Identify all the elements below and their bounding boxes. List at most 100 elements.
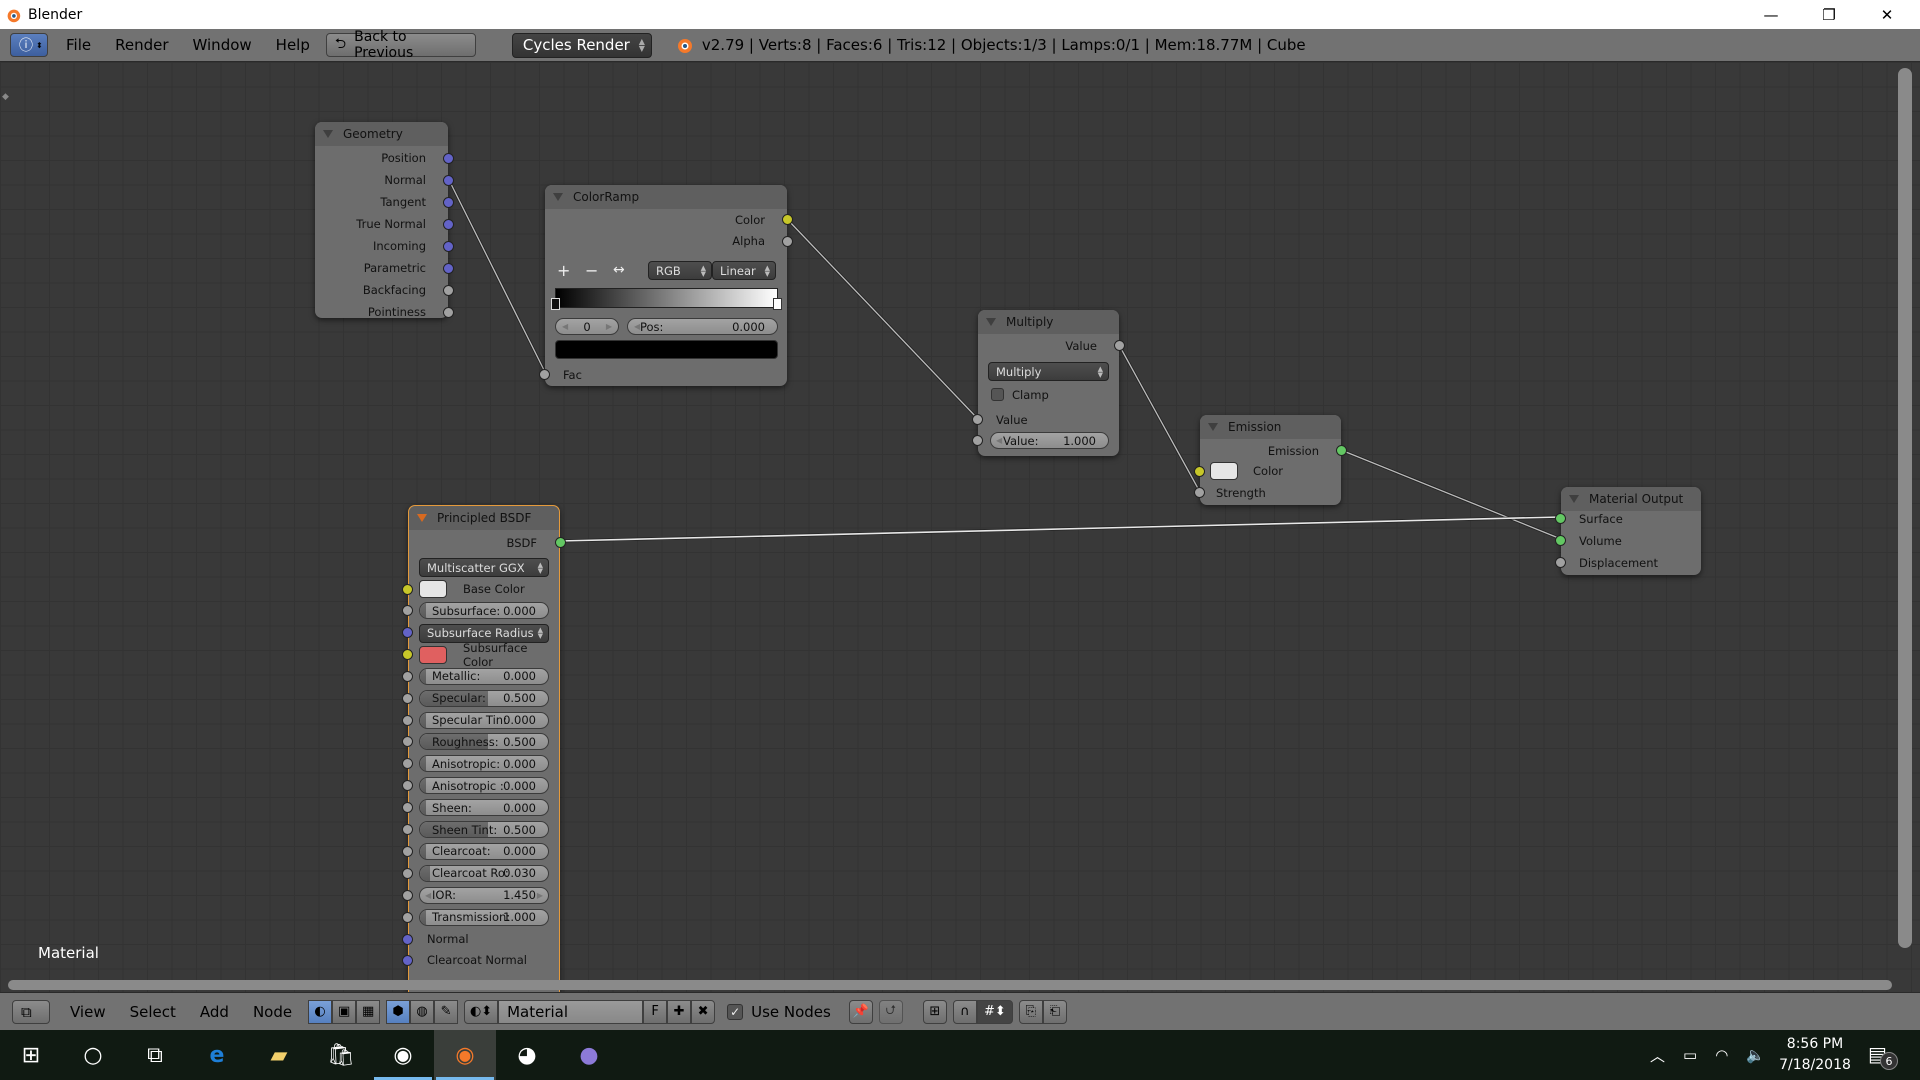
multiply-node[interactable]: Multiply Value Multiply ▲ ▼ Clamp Value ◀ V… <box>972 310 1125 456</box>
principled-field[interactable]: Anisotropic :0.000 <box>419 777 549 795</box>
node-editor[interactable]: ◆ Geometry Position Normal Tangent True … <box>0 62 1920 992</box>
action-center-button[interactable]: ▤ 6 <box>1868 1042 1898 1070</box>
colorramp-node[interactable]: ColorRamp Color Alpha + − ↔ RGB ▲ ▼ Linear… <box>539 185 793 386</box>
taskbar-file-explorer[interactable]: ▰ <box>248 1030 310 1080</box>
flip-ramp-button[interactable]: ↔ <box>613 260 625 280</box>
collapse-icon[interactable] <box>553 193 563 201</box>
socket-alpha[interactable] <box>782 236 793 247</box>
socket-bsdf[interactable] <box>555 537 566 548</box>
socket-input[interactable] <box>402 758 413 770</box>
socket-vector-input[interactable] <box>402 955 413 967</box>
socket-pointiness[interactable] <box>443 307 454 318</box>
node-header[interactable]: Material Output <box>1561 487 1701 511</box>
principled-field[interactable]: Subsurface: 0.000 <box>419 602 549 619</box>
collapse-icon[interactable] <box>1569 495 1579 503</box>
menu-select[interactable]: Select <box>118 1003 188 1021</box>
show-hidden-icons[interactable]: ︿ <box>1650 1045 1665 1066</box>
use-nodes-checkbox[interactable]: ✓ <box>727 1003 744 1020</box>
stop-position-field[interactable]: ◀ Pos: 0.000 <box>627 318 778 335</box>
socket-input[interactable] <box>402 714 413 726</box>
principled-field[interactable]: Sheen Tint: 0.500 <box>419 821 549 838</box>
socket-normal[interactable] <box>443 175 454 186</box>
wifi-icon[interactable]: ◠ <box>1715 1046 1728 1064</box>
material-browse-button[interactable]: ◐⬍ <box>464 999 499 1024</box>
backdrop-icon[interactable]: ⊞ <box>922 999 947 1024</box>
principled-field[interactable]: Sheen: 0.000 <box>419 799 549 817</box>
socket-true-normal[interactable] <box>443 219 454 230</box>
task-view-button[interactable]: ⧉ <box>124 1030 186 1080</box>
interpolation-select[interactable]: Linear ▲ ▼ <box>712 261 776 280</box>
taskbar-bittorrent[interactable]: ● <box>558 1030 620 1080</box>
socket-surface[interactable] <box>1555 513 1566 524</box>
principled-bsdf-node[interactable]: Principled BSDF BSDF Multiscatter GGX ▲ ▼ … <box>402 505 566 992</box>
menu-add[interactable]: Add <box>188 1003 241 1021</box>
node-header[interactable]: ColorRamp <box>545 185 787 209</box>
socket-color[interactable] <box>782 214 793 225</box>
principled-field[interactable]: Anisotropic: 0.000 <box>419 755 549 773</box>
collapse-icon[interactable] <box>323 130 333 138</box>
socket-emission[interactable] <box>1336 445 1347 456</box>
ramp-stop-black[interactable] <box>551 298 560 310</box>
emission-color-swatch[interactable] <box>1210 462 1238 480</box>
parent-tree-icon[interactable]: ⮍ <box>878 999 903 1024</box>
geometry-node[interactable]: Geometry Position Normal Tangent True No… <box>315 122 454 319</box>
socket-input[interactable] <box>402 845 413 857</box>
node-header[interactable]: Emission <box>1200 415 1341 439</box>
volume-icon[interactable]: 🔈 <box>1746 1046 1765 1064</box>
value-field[interactable]: ◀ Value: 1.000 <box>990 432 1109 449</box>
taskbar-bee-app[interactable]: ◕ <box>496 1030 558 1080</box>
new-material-button[interactable]: ✚ <box>667 999 692 1024</box>
socket-input[interactable] <box>402 889 413 901</box>
socket-base-color[interactable] <box>402 584 413 595</box>
socket-input[interactable] <box>402 736 413 748</box>
socket-displacement[interactable] <box>1555 557 1566 568</box>
clock[interactable]: 8:56 PM 7/18/2018 <box>1775 1034 1855 1076</box>
render-engine-select[interactable]: Cycles Render ▲ ▼ <box>511 32 652 58</box>
fake-user-button[interactable]: F <box>643 999 668 1024</box>
color-ramp-gradient[interactable] <box>555 288 778 308</box>
socket-input[interactable] <box>402 670 413 682</box>
menu-window[interactable]: Window <box>181 36 264 54</box>
collapse-icon[interactable] <box>986 318 996 326</box>
socket-input[interactable] <box>402 692 413 704</box>
taskbar-chrome[interactable]: ◉ <box>372 1030 434 1080</box>
taskbar-store[interactable]: 🛍 <box>310 1030 372 1080</box>
material-output-node[interactable]: Material Output Surface Volume Displacem… <box>1555 487 1701 575</box>
start-button[interactable]: ⊞ <box>0 1030 62 1080</box>
socket-input[interactable] <box>402 824 413 835</box>
restore-button[interactable]: ❐ <box>1800 0 1858 29</box>
back-to-previous-button[interactable]: ⮌ Back to Previous <box>325 29 476 61</box>
taskbar-edge[interactable]: e <box>186 1030 248 1080</box>
socket-input[interactable] <box>402 911 413 923</box>
horizontal-scrollbar[interactable] <box>8 980 1892 990</box>
paste-nodes-icon[interactable]: ⎗ <box>1042 999 1067 1024</box>
shader-tree-icon[interactable]: ◐ <box>308 999 333 1024</box>
principled-field[interactable]: Specular Tin: 0.000 <box>419 711 549 729</box>
socket-volume[interactable] <box>1555 535 1566 546</box>
add-stop-button[interactable]: + <box>557 260 570 280</box>
copy-nodes-icon[interactable]: ⎘ <box>1018 999 1043 1024</box>
principled-field[interactable]: Metallic: 0.000 <box>419 667 549 685</box>
editor-type-button[interactable]: ⓘ ⬍ <box>10 33 48 57</box>
distribution-select[interactable]: Multiscatter GGX ▲ ▼ <box>419 558 549 577</box>
menu-render[interactable]: Render <box>103 36 180 54</box>
socket-tangent[interactable] <box>443 197 454 208</box>
color-mode-select[interactable]: RGB ▲ ▼ <box>648 261 712 280</box>
node-header[interactable]: Principled BSDF <box>409 506 559 530</box>
socket-backfacing[interactable] <box>443 285 454 296</box>
principled-field[interactable]: ◀ ▶ IOR: 1.450 <box>419 886 549 904</box>
collapse-icon[interactable] <box>417 514 427 522</box>
socket-value-in-2[interactable] <box>972 435 983 446</box>
socket-input[interactable] <box>402 780 413 792</box>
principled-field[interactable]: Clearcoat: 0.000 <box>419 842 549 860</box>
active-stop-field[interactable]: ◀ 0 ▶ <box>555 318 619 335</box>
socket-fac[interactable] <box>539 369 550 380</box>
unlink-material-button[interactable]: ✖ <box>691 999 716 1024</box>
principled-field[interactable]: Transmission: 1.000 <box>419 908 549 926</box>
pin-icon[interactable]: 📌 <box>848 999 873 1024</box>
minimize-button[interactable]: — <box>1742 0 1800 29</box>
principled-field[interactable]: Specular: 0.500 <box>419 689 549 707</box>
editor-type-button[interactable]: ⧉ <box>12 999 50 1024</box>
subsurface-color-swatch[interactable] <box>419 645 447 664</box>
socket-subsurface-radius[interactable] <box>402 626 413 638</box>
